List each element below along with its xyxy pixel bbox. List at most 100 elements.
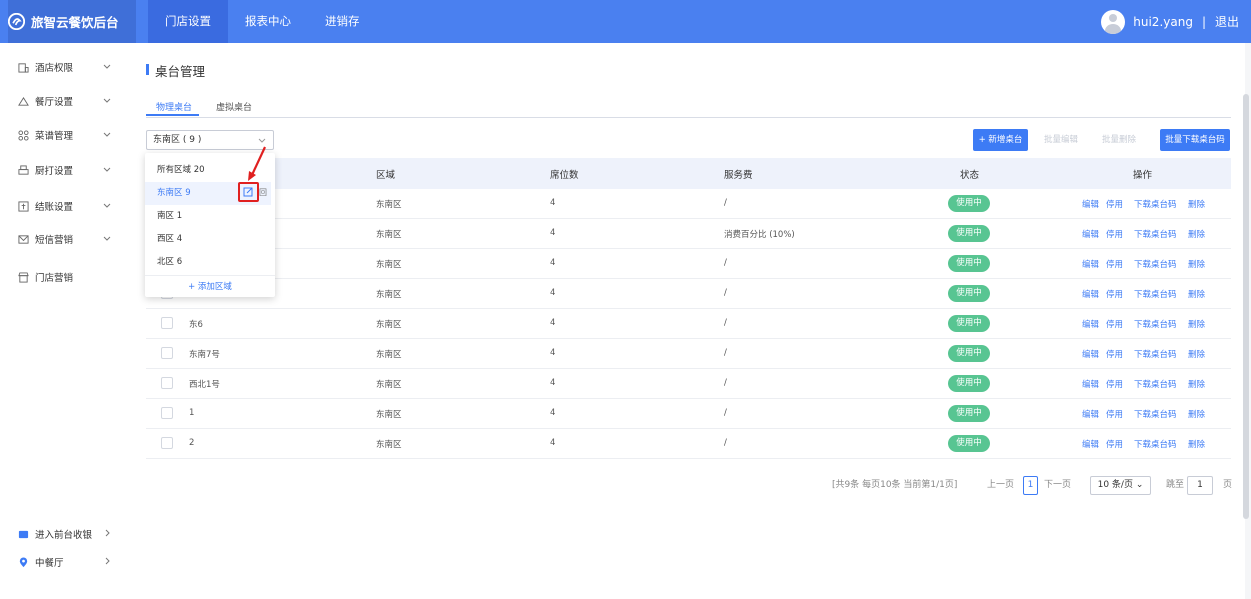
- download-qr-link[interactable]: 下载桌台码: [1134, 258, 1177, 270]
- brand[interactable]: 旅智云餐饮后台: [8, 0, 136, 43]
- disable-link[interactable]: 停用: [1106, 288, 1123, 300]
- tab-virtual-tables[interactable]: 虚拟桌台: [216, 100, 252, 118]
- row-checkbox[interactable]: [161, 407, 173, 419]
- dropdown-option-west[interactable]: 西区 4: [145, 228, 271, 251]
- sidebar: 酒店权限 餐厅设置 菜谱管理 厨打设置 结账设置 短信营销 门店营销 进入前台收…: [0, 43, 130, 599]
- edit-link[interactable]: 编辑: [1082, 408, 1099, 420]
- row-checkbox[interactable]: [161, 377, 173, 389]
- area-cell: 东南区: [376, 410, 402, 420]
- edit-link[interactable]: 编辑: [1082, 318, 1099, 330]
- sidebar-item-hotel-permissions[interactable]: 酒店权限: [18, 59, 118, 75]
- chevron-down-icon: [103, 132, 111, 137]
- edit-link[interactable]: 编辑: [1082, 228, 1099, 240]
- add-table-button[interactable]: + 新增桌台: [973, 129, 1028, 151]
- download-qr-link[interactable]: 下载桌台码: [1134, 318, 1177, 330]
- brand-name: 旅智云餐饮后台: [31, 15, 119, 30]
- batch-edit-button[interactable]: 批量编辑: [1038, 129, 1084, 151]
- top-nav: 门店设置 报表中心 进销存: [148, 0, 377, 43]
- download-qr-link[interactable]: 下载桌台码: [1134, 438, 1177, 450]
- batch-download-button[interactable]: 批量下载桌台码: [1160, 129, 1230, 151]
- download-qr-link[interactable]: 下载桌台码: [1134, 348, 1177, 360]
- chevron-down-icon: [103, 203, 111, 208]
- edit-link[interactable]: 编辑: [1082, 438, 1099, 450]
- logout-link[interactable]: 退出: [1215, 13, 1239, 30]
- disable-link[interactable]: 停用: [1106, 408, 1123, 420]
- page-size-value: 10 条/页: [1097, 480, 1133, 490]
- delete-link[interactable]: 删除: [1188, 228, 1205, 240]
- seats-cell: 4: [550, 378, 556, 388]
- sidebar-item-label: 餐厅设置: [35, 97, 74, 108]
- area-cell: 东南区: [376, 320, 402, 330]
- disable-link[interactable]: 停用: [1106, 198, 1123, 210]
- nav-store-settings[interactable]: 门店设置: [148, 0, 228, 43]
- sidebar-item-kitchen-print[interactable]: 厨打设置: [18, 162, 118, 178]
- disable-link[interactable]: 停用: [1106, 318, 1123, 330]
- column-header-area: 区域: [376, 170, 396, 181]
- edit-link[interactable]: 编辑: [1082, 288, 1099, 300]
- row-checkbox[interactable]: [161, 317, 173, 329]
- pagination-summary: [共9条 每页10条 当前第1/1页]: [832, 480, 958, 490]
- delete-link[interactable]: 删除: [1188, 198, 1205, 210]
- download-qr-link[interactable]: 下载桌台码: [1134, 378, 1177, 390]
- service-fee-cell: /: [724, 348, 727, 358]
- sidebar-item-front-cashier[interactable]: 进入前台收银: [18, 526, 118, 542]
- avatar[interactable]: [1101, 9, 1126, 34]
- area-cell: 东南区: [376, 200, 402, 210]
- download-qr-link[interactable]: 下载桌台码: [1134, 228, 1177, 240]
- delete-link[interactable]: 删除: [1188, 288, 1205, 300]
- disable-link[interactable]: 停用: [1106, 438, 1123, 450]
- delete-link[interactable]: 删除: [1188, 258, 1205, 270]
- dropdown-option-south[interactable]: 南区 1: [145, 205, 271, 228]
- dropdown-option-north[interactable]: 北区 6: [145, 251, 271, 274]
- sidebar-item-restaurant-settings[interactable]: 餐厅设置: [18, 93, 118, 109]
- active-tab-indicator: [146, 114, 199, 116]
- nav-inventory[interactable]: 进销存: [308, 0, 377, 43]
- delete-link[interactable]: 删除: [1188, 378, 1205, 390]
- delete-link[interactable]: 删除: [1188, 438, 1205, 450]
- edit-link[interactable]: 编辑: [1082, 198, 1099, 210]
- tab-bar: 物理桌台 虚拟桌台: [146, 98, 1231, 118]
- batch-delete-button[interactable]: 批量删除: [1096, 129, 1142, 151]
- sidebar-item-store-marketing[interactable]: 门店营销: [18, 269, 118, 285]
- edit-link[interactable]: 编辑: [1082, 378, 1099, 390]
- page-number-current[interactable]: 1: [1023, 476, 1038, 495]
- download-qr-link[interactable]: 下载桌台码: [1134, 198, 1177, 210]
- disable-link[interactable]: 停用: [1106, 378, 1123, 390]
- disable-link[interactable]: 停用: [1106, 258, 1123, 270]
- delete-link[interactable]: 删除: [1188, 408, 1205, 420]
- status-badge: 使用中: [948, 255, 990, 272]
- delete-link[interactable]: 删除: [1188, 318, 1205, 330]
- prev-page-button[interactable]: 上一页: [987, 477, 1014, 497]
- chevron-down-icon: ⌄: [1135, 480, 1144, 490]
- nav-report-center[interactable]: 报表中心: [228, 0, 308, 43]
- disable-link[interactable]: 停用: [1106, 228, 1123, 240]
- disable-link[interactable]: 停用: [1106, 348, 1123, 360]
- edit-link[interactable]: 编辑: [1082, 258, 1099, 270]
- hotel-icon: [18, 62, 29, 73]
- seats-cell: 4: [550, 258, 556, 268]
- download-qr-link[interactable]: 下载桌台码: [1134, 408, 1177, 420]
- chevron-down-icon: [103, 64, 111, 69]
- next-page-button[interactable]: 下一页: [1044, 477, 1071, 497]
- jump-page-input[interactable]: 1: [1187, 476, 1213, 495]
- sidebar-item-checkout-settings[interactable]: 结账设置: [18, 198, 118, 214]
- sidebar-item-chinese-restaurant[interactable]: 中餐厅: [18, 554, 118, 570]
- row-checkbox[interactable]: [161, 437, 173, 449]
- seats-cell: 4: [550, 348, 556, 358]
- table-row: 东南区 4 / 使用中 编辑 停用 下载桌台码 删除: [146, 249, 1231, 279]
- main-area: 桌台管理 物理桌台 虚拟桌台 东南区 ( 9 ) + 新增桌台 批量编辑 批量删…: [130, 43, 1251, 599]
- edit-link[interactable]: 编辑: [1082, 348, 1099, 360]
- sidebar-item-sms-marketing[interactable]: 短信营销: [18, 231, 118, 247]
- sidebar-item-label: 中餐厅: [35, 558, 64, 569]
- row-checkbox[interactable]: [161, 347, 173, 359]
- download-qr-link[interactable]: 下载桌台码: [1134, 288, 1177, 300]
- delete-link[interactable]: 删除: [1188, 348, 1205, 360]
- sidebar-item-menu-management[interactable]: 菜谱管理: [18, 127, 118, 143]
- scrollbar[interactable]: [1243, 94, 1249, 519]
- area-cell: 东南区: [376, 350, 402, 360]
- username[interactable]: hui2.yang: [1133, 15, 1193, 29]
- sidebar-item-label: 门店营销: [35, 273, 74, 284]
- status-badge: 使用中: [948, 225, 990, 242]
- page-size-select[interactable]: 10 条/页 ⌄: [1090, 476, 1151, 495]
- add-area-button[interactable]: + 添加区域: [145, 275, 275, 297]
